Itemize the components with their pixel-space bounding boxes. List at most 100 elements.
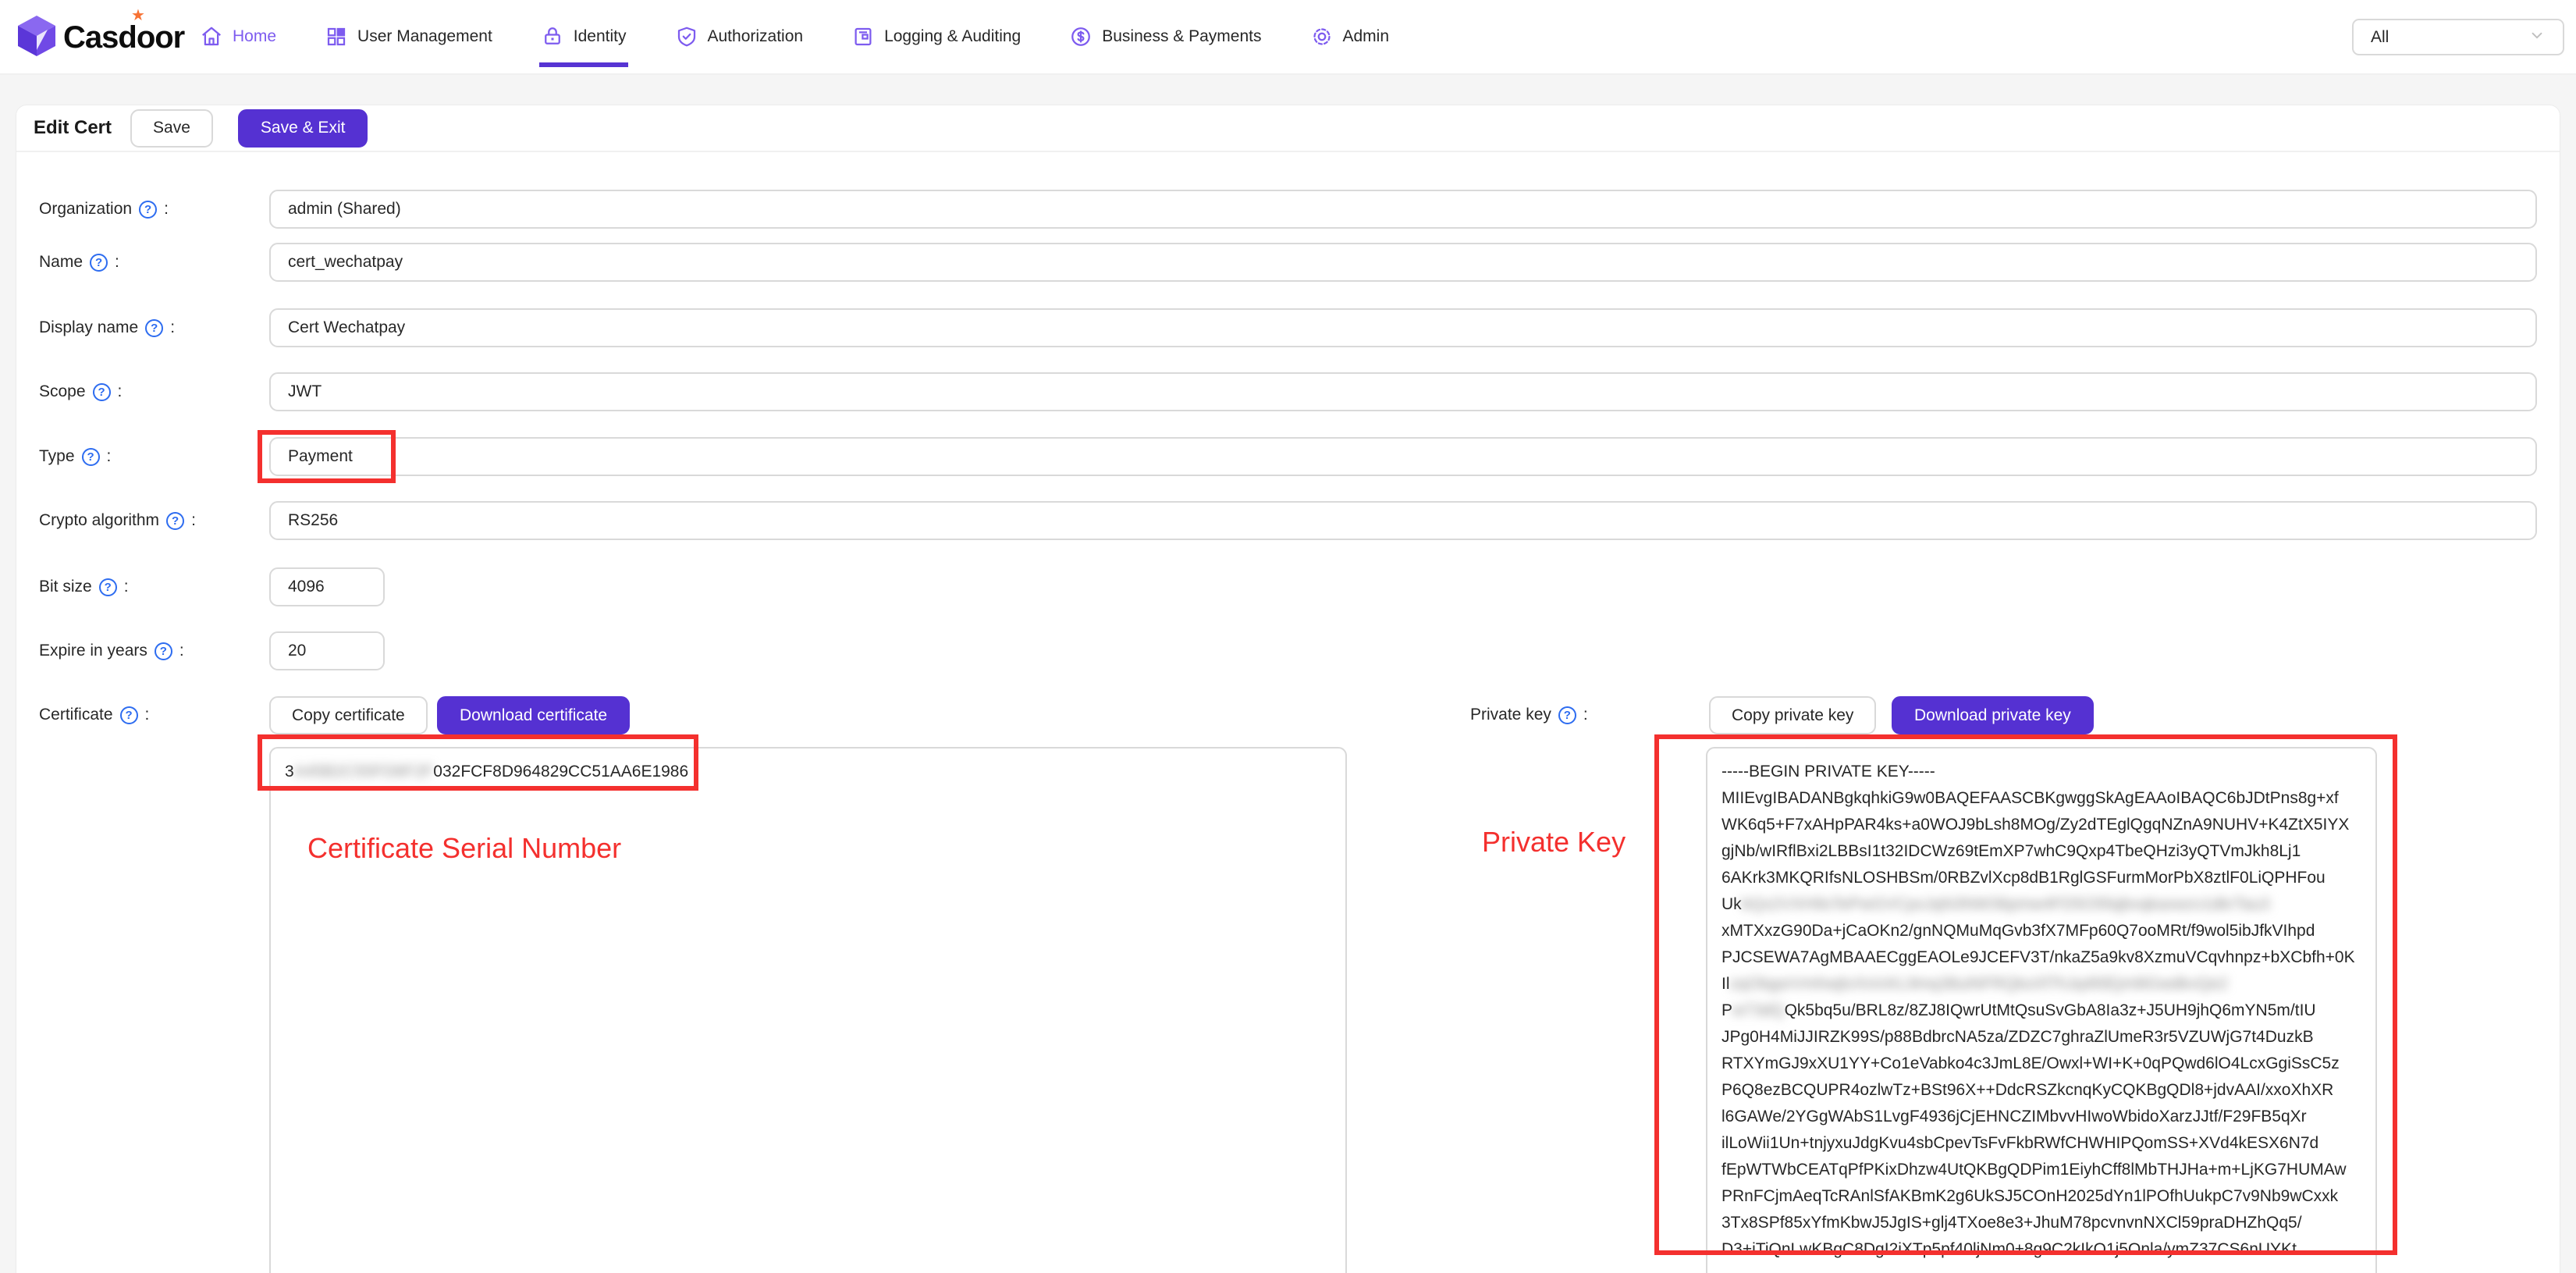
save-exit-button[interactable]: Save & Exit [238, 109, 368, 148]
crypto-algorithm-select[interactable]: RS256 [269, 501, 2537, 540]
logo-wordmark: Casdoor [63, 20, 184, 55]
download-certificate-button[interactable]: Download certificate [437, 696, 630, 734]
copy-certificate-button[interactable]: Copy certificate [269, 696, 428, 734]
help-icon[interactable]: ? [1558, 706, 1576, 724]
nav-item-identity[interactable]: Identity [517, 0, 651, 73]
help-icon[interactable]: ? [120, 706, 138, 724]
display-name-input[interactable]: Cert Wechatpay [269, 308, 2537, 347]
nav-item-user-management[interactable]: User Management [300, 0, 517, 73]
download-private-key-button[interactable]: Download private key [1892, 696, 2094, 734]
name-input[interactable]: cert_wechatpay [269, 243, 2537, 282]
help-icon[interactable]: ? [139, 201, 157, 219]
copy-private-key-button[interactable]: Copy private key [1709, 696, 1876, 734]
page-title: Edit Cert [34, 117, 112, 139]
chevron-down-icon [2528, 27, 2546, 48]
help-icon[interactable]: ? [155, 642, 172, 660]
label-text: Name [39, 253, 83, 272]
nav-label: Business & Payments [1102, 27, 1261, 46]
input-value: cert_wechatpay [288, 253, 403, 272]
bit-size-label: Bit size ? : [39, 567, 129, 606]
label-text: Display name [39, 318, 138, 337]
nav-item-home[interactable]: Home [176, 0, 300, 73]
lock-icon [541, 25, 564, 48]
nav-label: Identity [574, 27, 627, 46]
key-line-redacted: Pw73dQQk5bq5u/BRL8z/8ZJ8IQwrUtMtQsuSvGbA… [1721, 997, 2361, 1024]
help-icon[interactable]: ? [82, 448, 100, 466]
nav-label: User Management [357, 27, 492, 46]
redacted-serial-segment: A45B2C55FD6F2F [294, 763, 434, 781]
key-line: gjNb/wIRflBxi2LBBsI1t32IDCWz69tEmXP7whC9… [1721, 838, 2361, 865]
certificate-textarea[interactable]: 3A45B2C55FD6F2F032FCF8D964829CC51AA6E198… [269, 747, 1347, 1273]
input-value: Cert Wechatpay [288, 318, 405, 337]
label-text: Bit size [39, 578, 92, 596]
label-text: Organization [39, 200, 132, 219]
input-value: Payment [288, 447, 353, 466]
organization-input[interactable]: admin (Shared) [269, 190, 2537, 229]
colon: : [179, 642, 184, 660]
key-line: fEpWTWbCEATqPfPKixDhzw4UtQKBgQDPim1EiyhC… [1721, 1157, 2361, 1183]
nav-item-logging-auditing[interactable]: Logging & Auditing [827, 0, 1045, 73]
help-icon[interactable]: ? [90, 254, 108, 272]
help-icon[interactable]: ? [99, 578, 117, 596]
input-value: admin (Shared) [288, 200, 401, 219]
shield-check-icon [675, 25, 698, 48]
crypto-algorithm-label: Crypto algorithm ? : [39, 501, 196, 540]
scope-select[interactable]: JWT [269, 372, 2537, 411]
name-label: Name ? : [39, 243, 119, 282]
casdoor-logo[interactable]: Casdoor ★ [16, 12, 184, 63]
casdoor-cube-icon [16, 14, 57, 62]
private-key-label: Private key ? : [1470, 696, 1588, 734]
key-line: RTXYmGJ9xXU1YY+Co1eVabko4c3JmL8E/Owxl+WI… [1721, 1051, 2361, 1077]
colon: : [124, 578, 129, 596]
logo-star-icon: ★ [131, 5, 145, 25]
certificate-label: Certificate ? : [39, 696, 149, 734]
private-key-textarea[interactable]: -----BEGIN PRIVATE KEY----- MIIEvgIBADAN… [1706, 747, 2377, 1273]
nav-label: Home [233, 27, 276, 46]
certificate-serial-line: 3A45B2C55FD6F2F032FCF8D964829CC51AA6E198… [285, 759, 1331, 785]
certificate-serial-annotation: Certificate Serial Number [307, 832, 621, 865]
colon: : [1583, 706, 1588, 724]
audit-log-icon [851, 25, 875, 48]
edit-cert-page: Casdoor ★ Home User Managem [0, 0, 2576, 1273]
key-line: l6GAWe/2YGgWAbS1LvgF4936jCjEHNCZIMbvvHIw… [1721, 1104, 2361, 1130]
dollar-circle-icon [1069, 25, 1093, 48]
label-text: Private key [1470, 706, 1551, 724]
help-icon[interactable]: ? [93, 383, 111, 401]
nav-label: Admin [1343, 27, 1390, 46]
home-icon [200, 25, 223, 48]
key-line: MIIEvgIBADANBgkqhkiG9w0BAQEFAASCBKgwggSk… [1721, 785, 2361, 812]
key-line: ilLoWii1Un+tnjyxuJdgKvu4sbCpevTsFvFkbRWf… [1721, 1130, 2361, 1157]
key-line: PRnFCjmAeqTcRAnlSfAKBmK2g6UkSJ5COnH2025d… [1721, 1183, 2361, 1210]
colon: : [118, 382, 123, 401]
label-text: Certificate [39, 706, 113, 724]
key-line-redacted: UkbQx2VXH9sTePwGVCpxJqN3NW36pmw4FD5O5faj… [1721, 891, 2361, 918]
input-value: RS256 [288, 511, 338, 530]
key-line: 3Tx8SPf85xYfmKbwJ5JgIS+glj4TXoe8e3+JhuM7… [1721, 1210, 2361, 1236]
colon: : [191, 511, 196, 530]
top-nav: Casdoor ★ Home User Managem [0, 0, 2576, 75]
expire-in-years-label: Expire in years ? : [39, 631, 184, 670]
key-line: xMTXxzG90Da+jCaOKn2/gnNQMuMqGvb3fX7MFp60… [1721, 918, 2361, 944]
colon: : [107, 447, 112, 466]
organization-filter-select[interactable]: All [2352, 19, 2564, 55]
organization-label: Organization ? : [39, 190, 169, 229]
bit-size-input[interactable]: 4096 [269, 567, 385, 606]
help-icon[interactable]: ? [145, 319, 163, 337]
colon: : [164, 200, 169, 219]
help-icon[interactable]: ? [166, 512, 184, 530]
nav-item-authorization[interactable]: Authorization [651, 0, 828, 73]
label-text: Crypto algorithm [39, 511, 159, 530]
key-line-redacted: IlzqObgorVmhwjtvXn/cKL9mq38uiNFRQksXf7hJ… [1721, 971, 2361, 997]
colon: : [170, 318, 175, 337]
key-line: PJCSEWA7AgMBAAECggEAOLe9JCEFV3T/nkaZ5a9k… [1721, 944, 2361, 971]
nav-item-business-payments[interactable]: Business & Payments [1045, 0, 1285, 73]
display-name-label: Display name ? : [39, 308, 175, 347]
nav-item-admin[interactable]: Admin [1286, 0, 1414, 73]
expire-in-years-input[interactable]: 20 [269, 631, 385, 670]
label-text: Expire in years [39, 642, 147, 660]
input-value: JWT [288, 382, 322, 401]
type-select[interactable]: Payment [269, 437, 2537, 476]
label-text: Type [39, 447, 75, 466]
save-button[interactable]: Save [130, 109, 213, 148]
colon: : [145, 706, 150, 724]
